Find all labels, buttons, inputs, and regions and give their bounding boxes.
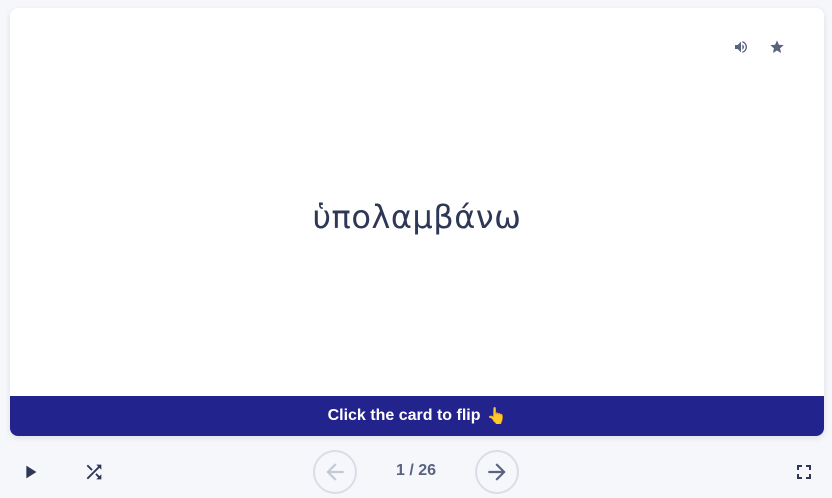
star-icon [770, 40, 784, 53]
shuffle-icon [86, 464, 102, 480]
play-icon [26, 465, 37, 479]
star-button[interactable] [768, 38, 786, 56]
speaker-icon [735, 41, 747, 53]
fullscreen-button[interactable] [792, 460, 816, 484]
flip-hint-bar[interactable]: Click the card to flip 👆 [10, 396, 824, 436]
fullscreen-icon [797, 465, 811, 479]
play-button[interactable] [18, 460, 42, 484]
flashcard[interactable]: ὑπολαμβάνω Click the card to flip 👆 [10, 8, 824, 436]
card-term: ὑπολαμβάνω [312, 198, 522, 236]
shuffle-button[interactable] [82, 460, 106, 484]
previous-card-button[interactable] [313, 450, 357, 494]
flip-hint-text: Click the card to flip [327, 407, 481, 424]
pointing-hand-icon: 👆 [486, 408, 507, 425]
next-card-button[interactable] [475, 450, 519, 494]
card-counter: 1 / 26 [395, 462, 437, 479]
arrow-left-icon [326, 463, 344, 481]
flashcard-controls: 1 / 26 [0, 446, 832, 498]
arrow-right-icon [488, 463, 506, 481]
audio-button[interactable] [732, 38, 750, 56]
card-actions [732, 38, 786, 56]
